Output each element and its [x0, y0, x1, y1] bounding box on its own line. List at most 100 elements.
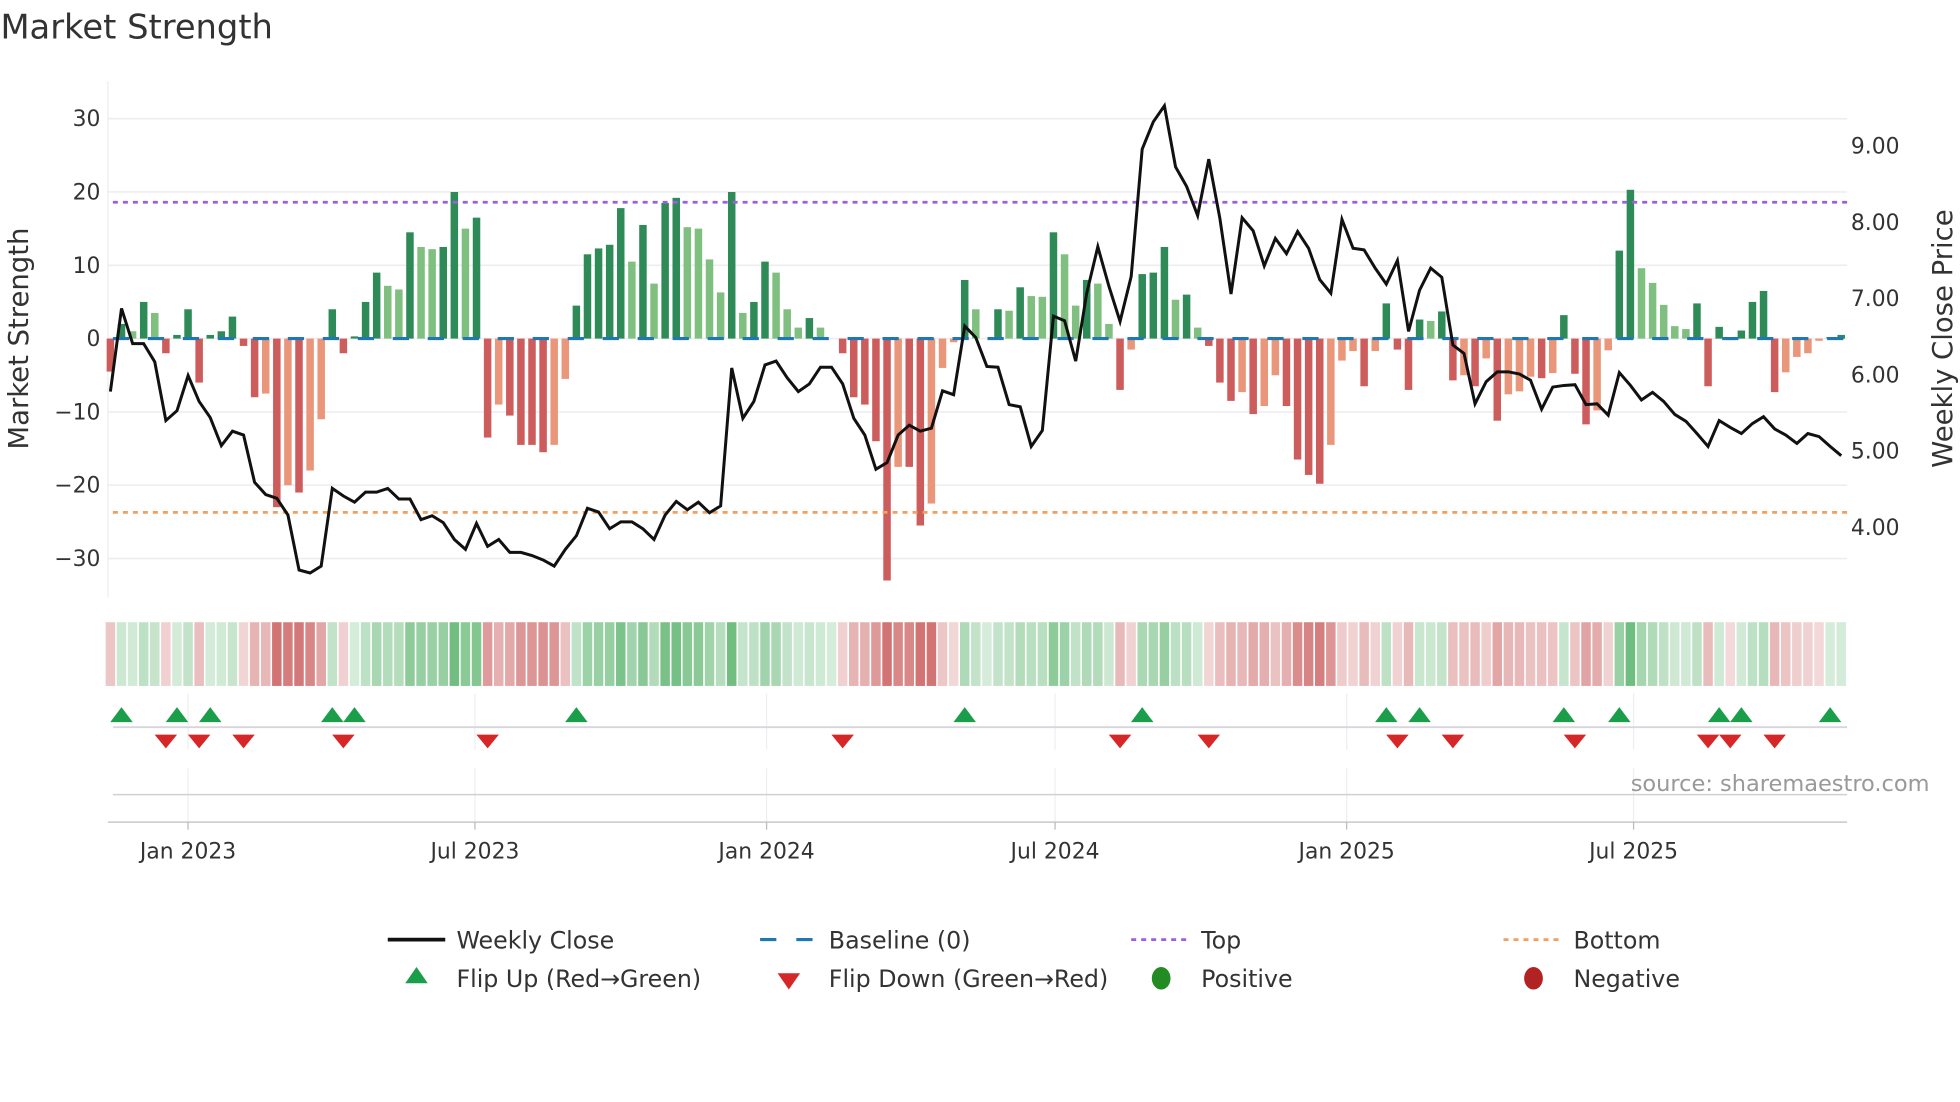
flip-up-marker	[1552, 707, 1576, 723]
strip-cell-positive	[394, 622, 404, 686]
legend-label: Weekly Close	[456, 926, 614, 954]
positive-bar	[750, 301, 758, 339]
positive-bar	[794, 327, 803, 339]
strip-cell-positive	[660, 622, 670, 686]
negative-bar	[261, 338, 270, 394]
strip-cell-negative	[1248, 622, 1258, 686]
negative-bar	[1349, 338, 1357, 352]
strip-cell-negative	[1492, 622, 1503, 686]
legend-label: Positive	[1201, 965, 1292, 993]
strip-cell-negative	[493, 622, 504, 686]
strip-cell-positive	[1414, 622, 1425, 686]
right-axis-label: Weekly Close Price	[1927, 209, 1959, 467]
right-tick-label: 6.00	[1851, 363, 1900, 388]
strip-cell-negative	[549, 622, 559, 686]
strip-cell-positive	[1658, 622, 1669, 686]
positive-bar	[1715, 326, 1723, 339]
positive-bar	[1748, 301, 1757, 339]
negative-bar	[1227, 338, 1235, 401]
strip-cell-negative	[1115, 622, 1125, 686]
flip-down-marker	[232, 734, 255, 749]
strip-cell-positive	[405, 622, 415, 686]
circle-green-icon	[1151, 967, 1171, 990]
flip-up-marker	[953, 707, 976, 723]
negative-bar	[539, 338, 547, 453]
x-tick-label: Jul 2023	[428, 839, 519, 864]
negative-bar	[1515, 338, 1524, 392]
left-tick-label: 0	[86, 327, 100, 352]
strip-cell-positive	[616, 622, 626, 686]
strip-cell-positive	[1048, 622, 1059, 686]
positive-bar	[994, 309, 1002, 339]
strip-cell-negative	[1780, 622, 1791, 686]
strip-cell-negative	[1803, 622, 1813, 686]
strip-cell-positive	[1137, 622, 1147, 686]
negative-bar	[494, 338, 503, 405]
positive-bar	[361, 301, 370, 339]
positive-bar	[1027, 296, 1036, 339]
strip-cell-positive	[782, 622, 792, 686]
negative-bar	[239, 338, 248, 346]
negative-bar	[1293, 338, 1302, 460]
negative-bar	[1315, 338, 1324, 484]
strip-cell-negative	[1281, 622, 1292, 686]
strip-cell-positive	[438, 622, 448, 686]
strip-cell-negative	[871, 622, 881, 686]
strip-cell-positive	[1381, 622, 1392, 686]
positive-bar	[1626, 189, 1635, 339]
positive-bar	[372, 272, 381, 339]
x-axis-ticks: Jan 2023 Jul 2023 Jan 2024 Jul 2024 Jan 2025…	[138, 822, 1678, 864]
legend-item-baseline: Baseline (0)	[760, 926, 971, 954]
left-tick-label: −10	[54, 400, 100, 425]
strip-cell-positive	[1747, 622, 1758, 686]
strip-cell-positive	[1015, 622, 1025, 686]
positive-bar	[139, 301, 148, 339]
positive-bar	[617, 208, 625, 339]
strip-cell-positive	[1670, 622, 1680, 686]
negative-bar	[1781, 338, 1790, 373]
strip-cell-positive	[1425, 622, 1436, 686]
strip-cell-negative	[893, 622, 903, 686]
triangle-down-icon	[777, 973, 801, 990]
strip-cell-negative	[1403, 622, 1414, 686]
negative-bar	[1770, 338, 1779, 393]
negative-bar	[339, 338, 348, 354]
negative-bar	[1482, 338, 1490, 359]
strip-cell-negative	[1326, 622, 1336, 686]
strip-cell-positive	[627, 622, 637, 686]
positive-bar	[661, 202, 669, 339]
x-tick-label: Jan 2025	[1297, 839, 1395, 864]
strip-cell-negative	[194, 622, 204, 686]
negative-bar	[561, 338, 570, 379]
positive-bar	[350, 336, 359, 339]
positive-bar	[583, 254, 592, 339]
strip-cell-negative	[1603, 622, 1613, 686]
flip-down-marker	[831, 734, 854, 749]
left-tick-label: −20	[54, 474, 100, 499]
legend-label: Baseline (0)	[829, 926, 971, 954]
strip-cell-negative	[1459, 622, 1469, 686]
strip-cell-negative	[1769, 622, 1780, 686]
flip-up-marker	[1408, 707, 1431, 723]
positive-bar	[1737, 330, 1746, 339]
strip-cell-positive	[449, 622, 460, 686]
legend-item-flip-up: Flip Up (Red→Green)	[405, 965, 701, 993]
positive-bar	[406, 232, 414, 339]
flip-down-marker	[1763, 734, 1786, 749]
strip-cell-negative	[338, 622, 349, 686]
strip-cell-positive	[1614, 622, 1625, 686]
strip-cell-negative	[538, 622, 548, 686]
flip-up-marker	[110, 707, 133, 723]
strip-cell-negative	[1592, 622, 1602, 686]
positive-bar	[1149, 272, 1158, 339]
strip-cell-positive	[183, 622, 193, 686]
positive-bar	[639, 224, 647, 339]
strip-cell-negative	[272, 622, 282, 686]
strip-cell-negative	[516, 622, 526, 686]
strip-cell-positive	[1026, 622, 1037, 686]
strip-cell-positive	[471, 622, 482, 686]
strip-cell-negative	[1581, 622, 1591, 686]
negative-bar	[1327, 338, 1335, 445]
legend-label: Flip Up (Red→Green)	[456, 965, 701, 993]
negative-bar	[550, 338, 558, 445]
